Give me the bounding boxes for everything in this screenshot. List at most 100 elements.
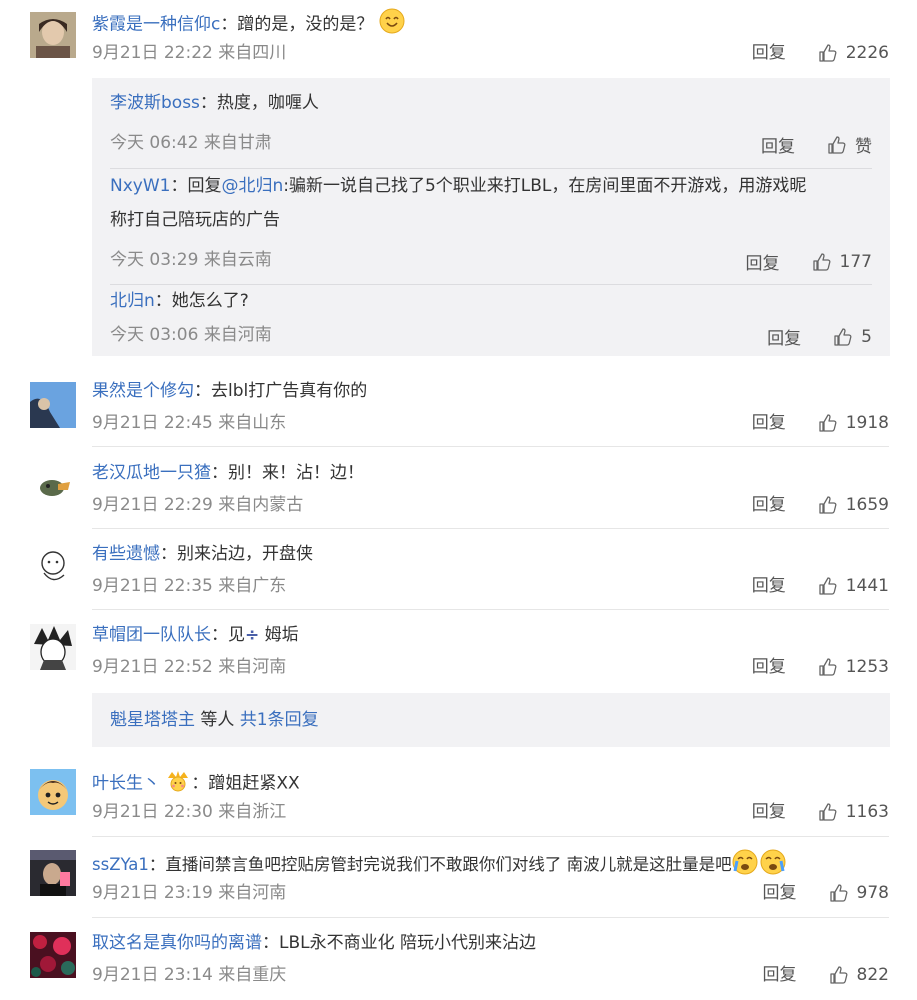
username-link[interactable]: ssZYa1 <box>92 855 149 874</box>
reply-button[interactable]: 回复 <box>752 412 786 434</box>
username-link[interactable]: 取这名是真你吗的离谱 <box>92 933 262 953</box>
avatar[interactable] <box>30 382 76 428</box>
reply-date: 今天 06:42 <box>110 133 199 153</box>
like-button[interactable]: 1441 <box>818 575 889 597</box>
username-link[interactable]: 紫霞是一种信仰c <box>92 15 220 35</box>
avatar[interactable] <box>30 932 76 978</box>
like-button[interactable]: 1659 <box>818 494 889 516</box>
reply-button[interactable]: 回复 <box>752 656 786 678</box>
comment-text: ：蹭姐赶紧XX <box>191 773 300 794</box>
reply-button[interactable]: 回复 <box>761 132 795 157</box>
like-button[interactable]: 978 <box>829 882 889 904</box>
comment-text: ：去lbl打广告真有你的 <box>194 381 368 401</box>
comment-text-rest: 姆垢 <box>259 625 299 645</box>
like-button[interactable]: 177 <box>812 252 872 272</box>
username-link[interactable]: 果然是个修勾 <box>92 381 194 401</box>
thumbs-up-icon <box>829 884 848 902</box>
thumbs-up-icon <box>829 966 848 984</box>
like-button[interactable]: 1918 <box>818 412 889 434</box>
like-count: 1659 <box>845 495 889 515</box>
comment-location: 来自四川 <box>218 43 287 63</box>
thumbs-up-icon <box>819 658 837 676</box>
username-link[interactable]: 老汉瓜地一只猹 <box>92 463 211 483</box>
more-replies-text: 等人 <box>195 710 240 730</box>
username-link[interactable]: 叶长生丶 <box>92 774 160 794</box>
reply-text: :骗新一说自己找了5个职业来打LBL，在房间里面不开游戏，用游戏昵 <box>283 176 807 196</box>
avatar[interactable] <box>30 12 76 58</box>
reply-button[interactable]: 回复 <box>752 801 786 823</box>
reply-date: 今天 03:06 <box>110 325 199 345</box>
username-link[interactable]: 李波斯boss <box>110 93 200 113</box>
thumbs-up-icon <box>819 496 837 514</box>
comment-date: 9月21日 23:14 <box>92 965 213 985</box>
comment-location: 来自浙江 <box>218 802 287 822</box>
comment-location: 来自河南 <box>218 657 287 677</box>
reply-text: ：热度，咖喱人 <box>199 93 319 113</box>
reply-item: NxyW1：回复@北归n:骗新一说自己找了5个职业来打LBL，在房间里面不开游戏… <box>110 169 872 285</box>
reply-button[interactable]: 回复 <box>746 249 780 274</box>
avatar[interactable] <box>30 543 76 589</box>
like-button[interactable]: 5 <box>833 327 872 347</box>
like-button[interactable]: 1163 <box>818 801 889 823</box>
mention-link[interactable]: @北归n <box>221 176 283 196</box>
username-link[interactable]: 北归n <box>110 291 155 311</box>
username-link[interactable]: NxyW1 <box>110 176 170 196</box>
comment-date: 9月21日 22:30 <box>92 802 213 822</box>
username-link[interactable]: 有些遗憾 <box>92 544 160 564</box>
reply-location: 来自甘肃 <box>203 133 272 153</box>
comment-text: ：LBL永不商业化 陪玩小代别来沾边 <box>262 933 537 953</box>
avatar[interactable] <box>30 462 76 508</box>
comment-location: 来自重庆 <box>218 965 287 985</box>
reply-button[interactable]: 回复 <box>763 964 797 986</box>
reply-button[interactable]: 回复 <box>767 324 801 349</box>
comment-location: 来自内蒙古 <box>218 495 304 515</box>
reply-button[interactable]: 回复 <box>752 494 786 516</box>
comment-meta: 9月21日 22:22 来自四川 <box>92 42 286 64</box>
more-replies-link[interactable]: 共1条回复 <box>240 710 319 730</box>
like-count: 1253 <box>845 657 889 677</box>
like-count: 822 <box>856 965 889 985</box>
like-count: 177 <box>839 251 872 272</box>
comment-text: ：直播间禁言鱼吧控贴房管封完说我们不敢跟你们对线了 南波儿就是这肚量是吧 <box>148 855 732 874</box>
avatar[interactable] <box>30 624 76 670</box>
comment-text: ：别来沾边，开盘侠 <box>160 544 313 564</box>
like-button[interactable]: 1253 <box>818 656 889 678</box>
thumbs-up-icon <box>819 44 837 62</box>
more-replies-box[interactable]: 魁星塔塔主 等人 共1条回复 <box>92 693 890 747</box>
crying-emoji <box>732 849 788 882</box>
reply-item: 李波斯boss：热度，咖喱人 今天 06:42 来自甘肃 回复 赞 <box>110 86 872 169</box>
like-button[interactable]: 2226 <box>818 42 889 64</box>
reply-date: 今天 03:29 <box>110 250 199 270</box>
thumbs-up-icon <box>819 414 837 432</box>
comment-date: 9月21日 23:19 <box>92 883 213 903</box>
reply-location: 来自河南 <box>203 325 272 345</box>
reply-text: ：她怎么了? <box>154 291 249 311</box>
reply-button[interactable]: 回复 <box>752 575 786 597</box>
comment-date: 9月21日 22:52 <box>92 657 213 677</box>
crown-emoji <box>165 768 191 799</box>
comment-date: 9月21日 22:22 <box>92 43 213 63</box>
reply-button[interactable]: 回复 <box>752 42 786 64</box>
comment-date: 9月21日 22:45 <box>92 413 213 433</box>
comment-text: ：见 <box>211 625 245 645</box>
like-count: 2226 <box>845 43 889 63</box>
comment-text: ：别！来！沾！边！ <box>211 463 364 483</box>
username-link[interactable]: 魁星塔塔主 <box>110 710 195 730</box>
comment-location: 来自山东 <box>218 413 287 433</box>
username-link[interactable]: 草帽团一队队长 <box>92 625 211 645</box>
divider <box>92 917 889 918</box>
like-count: 5 <box>861 326 872 347</box>
comment-location: 来自河南 <box>218 883 287 903</box>
divider <box>92 528 889 529</box>
avatar[interactable] <box>30 769 76 815</box>
like-button[interactable]: 822 <box>829 964 889 986</box>
comment-text: ：蹭的是，没的是？ <box>220 14 374 35</box>
like-button[interactable]: 赞 <box>827 132 872 157</box>
reply-prefix: ：回复 <box>170 176 222 196</box>
divide-symbol: ÷ <box>245 625 260 645</box>
replies-box: 李波斯boss：热度，咖喱人 今天 06:42 来自甘肃 回复 赞 NxyW1：… <box>92 78 890 356</box>
comment-location: 来自广东 <box>218 576 287 596</box>
like-count: 1163 <box>845 802 889 822</box>
avatar[interactable] <box>30 850 76 896</box>
reply-button[interactable]: 回复 <box>763 882 797 904</box>
